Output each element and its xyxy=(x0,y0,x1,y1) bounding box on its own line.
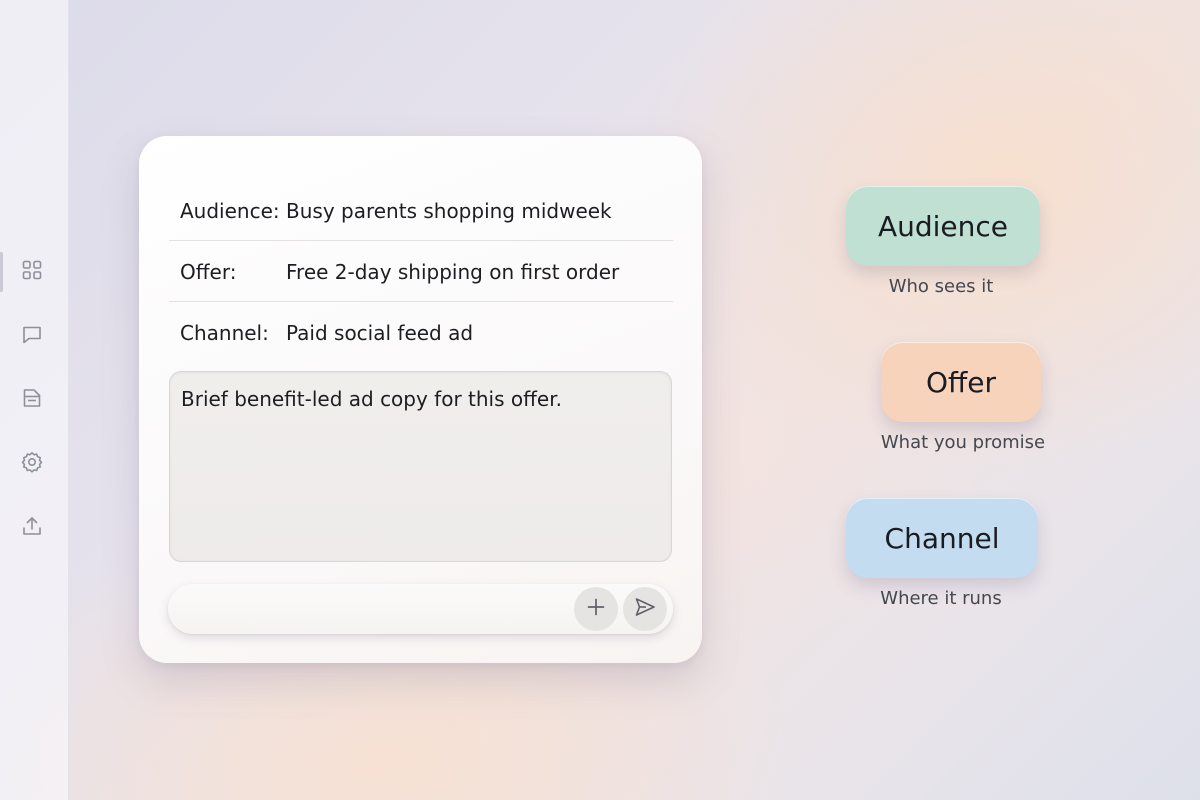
sidebar-active-indicator xyxy=(0,252,3,292)
audience-pill-button[interactable]: Audience xyxy=(846,186,1040,266)
field-value-channel[interactable]: Paid social feed ad xyxy=(286,321,673,345)
chat-icon xyxy=(20,322,44,350)
upload-icon xyxy=(20,514,44,542)
sidebar xyxy=(0,0,69,800)
sidebar-item-upload[interactable] xyxy=(14,510,50,546)
sidebar-item-settings[interactable] xyxy=(14,446,50,482)
document-icon xyxy=(20,386,44,414)
offer-caption: What you promise xyxy=(880,432,1046,453)
ad-brief-card: Audience: Busy parents shopping midweek … xyxy=(139,136,702,663)
add-button[interactable] xyxy=(574,587,618,631)
audience-caption: Who sees it xyxy=(888,276,994,297)
send-button[interactable] xyxy=(623,587,667,631)
gear-icon xyxy=(20,450,44,478)
field-label: Offer: xyxy=(180,259,237,284)
field-label: Audience: xyxy=(180,198,280,223)
field-value-audience[interactable]: Busy parents shopping midweek xyxy=(286,199,673,223)
send-icon xyxy=(633,595,657,623)
message-input-bar[interactable] xyxy=(168,584,673,634)
field-row-offer: Offer: Free 2-day shipping on first orde… xyxy=(169,242,673,302)
sidebar-item-documents[interactable] xyxy=(14,382,50,418)
prompt-textarea[interactable]: Brief benefit-led ad copy for this offer… xyxy=(169,371,672,562)
channel-pill-button[interactable]: Channel xyxy=(846,498,1038,578)
offer-pill-button[interactable]: Offer xyxy=(881,342,1041,422)
sidebar-item-dashboard[interactable] xyxy=(14,254,50,290)
field-row-audience: Audience: Busy parents shopping midweek xyxy=(169,181,673,241)
grid-icon xyxy=(20,258,44,286)
field-value-offer[interactable]: Free 2-day shipping on first order xyxy=(286,260,673,284)
field-label: Channel: xyxy=(180,321,269,345)
plus-icon xyxy=(584,595,608,623)
sidebar-item-messages[interactable] xyxy=(14,318,50,354)
field-row-channel: Channel: Paid social feed ad xyxy=(169,303,673,363)
channel-caption: Where it runs xyxy=(880,588,1002,609)
